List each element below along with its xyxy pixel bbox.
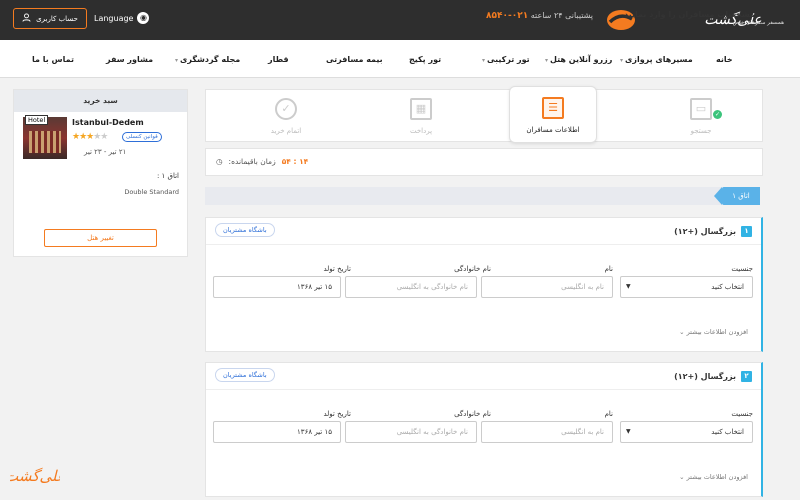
first-name-input[interactable]: نام به انگلیسی <box>481 421 613 443</box>
chevron-down-icon: ▾ <box>620 57 624 64</box>
add-more-info-link[interactable]: افزودن اطلاعات بیشتر ⌄ <box>679 328 748 336</box>
star-icon: ★★★ <box>72 132 94 142</box>
step-passengers[interactable]: ☰ اطلاعات مسافران <box>509 86 597 143</box>
nav-magazine[interactable]: ▾ مجله گردشگری <box>175 55 240 64</box>
chevron-down-icon: ▾ <box>175 57 179 64</box>
timer-value: ۱۴ : ۵۴ <box>281 157 309 166</box>
room-strip <box>205 187 722 205</box>
check-icon: ✓ <box>713 110 722 119</box>
first-name-input[interactable]: نام به انگلیسی <box>481 276 613 298</box>
birth-date-input[interactable]: ۱۵ تیر ۱۳۶۸ <box>213 276 341 298</box>
passenger-number: ۲ <box>741 371 752 382</box>
passenger-form-icon: ☰ <box>542 97 564 119</box>
top-bar: حساب کاربری Language ◉ پشتیبانی ۲۴ ساعته… <box>0 0 800 40</box>
birth-date-input[interactable]: ۱۵ تیر ۱۳۶۸ <box>213 421 341 443</box>
language-label: Language <box>94 13 134 23</box>
hotel-image: Hotel <box>23 115 67 159</box>
page-title: مشخصات مسافران را وارد نمایید <box>624 10 755 19</box>
hotel-tag: Hotel <box>25 115 49 125</box>
main-nav: خانه ▾ مسیرهای پروازی ▾ رزرو آنلاین هتل ▾ ت… <box>0 40 800 78</box>
clock-icon: ◷ <box>216 157 223 166</box>
hotel-stars: ★★★★★ <box>72 132 108 142</box>
customer-club-button[interactable]: باشگاه مشتریان <box>215 368 275 382</box>
hotel-name[interactable]: Istanbul-Dedem <box>72 118 144 127</box>
first-name-label: نام <box>604 265 613 273</box>
nav-combined-tour[interactable]: ▾ تور ترکیبی <box>482 55 530 64</box>
passenger-header: ۱ بزرگسال (+۱۲) <box>674 226 752 237</box>
caret-down-icon: ▼ <box>626 283 631 290</box>
step-search[interactable]: ▭ ✓ جستجو <box>641 90 761 143</box>
chevron-down-icon: ⌄ <box>679 328 685 336</box>
nav-insurance[interactable]: بیمه مسافرتی <box>326 55 383 64</box>
add-more-info-link[interactable]: افزودن اطلاعات بیشتر ⌄ <box>679 473 748 481</box>
last-name-label: نام خانوادگی <box>454 410 491 418</box>
search-step-icon: ▭ <box>690 98 712 120</box>
language-switch[interactable]: Language ◉ <box>94 12 150 24</box>
caret-down-icon: ▼ <box>626 428 631 435</box>
room-tab[interactable]: اتاق ۱ <box>714 187 760 205</box>
timer-label: زمان باقیمانده: <box>228 157 276 166</box>
cart-title: سبد خرید <box>14 90 187 112</box>
passenger-number: ۱ <box>741 226 752 237</box>
nav-flights[interactable]: ▾ مسیرهای پروازی <box>620 55 693 64</box>
cancel-policy-badge[interactable]: قوانین کنسلی <box>122 132 162 142</box>
payment-icon: ▦ <box>410 98 432 120</box>
birth-date-label: تاریخ تولد <box>323 410 351 418</box>
star-empty-icon: ★★ <box>93 132 108 142</box>
chevron-down-icon: ▾ <box>545 57 549 64</box>
shopping-cart: سبد خرید Hotel Istanbul-Dedem ★★★★★ قوان… <box>13 89 188 257</box>
step-complete: ✓ اتمام خرید <box>236 90 336 143</box>
last-name-label: نام خانوادگی <box>454 265 491 273</box>
gender-label: جنسیت <box>731 265 753 273</box>
change-hotel-button[interactable]: تغییر هتل <box>44 229 157 247</box>
account-button[interactable]: حساب کاربری <box>13 8 87 29</box>
room-type: Double Standard <box>124 188 179 196</box>
svg-text:همسفر سفرهای خاص: همسفر سفرهای خاص <box>733 20 784 26</box>
countdown-timer: ۱۴ : ۵۴ زمان باقیمانده: ◷ <box>216 157 308 166</box>
support-info: پشتیبانی ۲۴ ساعته ۰۲۱-۸۵۴۰ <box>486 11 593 21</box>
passenger-card: باشگاه مشتریان ۲ بزرگسال (+۱۲) جنسیت نام… <box>205 362 763 497</box>
svg-text:علی‌گشت: علی‌گشت <box>10 467 60 485</box>
nav-package-tour[interactable]: تور پکیج <box>409 55 441 64</box>
gender-select[interactable]: انتخاب کنید ▼ <box>620 421 753 443</box>
nav-home[interactable]: خانه <box>716 55 733 64</box>
user-icon <box>22 13 31 24</box>
passenger-type: بزرگسال (+۱۲) <box>674 227 736 236</box>
support-phone: ۰۲۱-۸۵۴۰ <box>486 11 529 21</box>
passenger-card: باشگاه مشتریان ۱ بزرگسال (+۱۲) جنسیت نام… <box>205 217 763 352</box>
brand-logo[interactable]: علی‌گشت همسفر سفرهای خاص <box>598 3 798 37</box>
booking-steps: ▭ ✓ جستجو ☰ اطلاعات مسافران ▦ پرداخت ✓ ا… <box>205 86 763 143</box>
nav-advisor[interactable]: مشاور سفر <box>106 55 153 64</box>
step-payment: ▦ پرداخت <box>371 90 471 143</box>
chevron-down-icon: ⌄ <box>679 473 685 481</box>
brand-watermark-logo: علی‌گشت <box>4 455 66 495</box>
support-label: پشتیبانی ۲۴ ساعته <box>530 11 594 20</box>
nav-hotel[interactable]: ▾ رزرو آنلاین هتل <box>545 55 612 64</box>
first-name-label: نام <box>604 410 613 418</box>
nav-train[interactable]: قطار <box>268 55 289 64</box>
globe-icon: ◉ <box>137 12 150 24</box>
hotel-dates: ۲۱ تیر - ۲۳ تیر <box>84 148 127 156</box>
check-circle-icon: ✓ <box>275 98 297 120</box>
customer-club-button[interactable]: باشگاه مشتریان <box>215 223 275 237</box>
chevron-down-icon: ▾ <box>482 57 486 64</box>
room-label: اتاق ۱ : <box>156 172 179 180</box>
passenger-header: ۲ بزرگسال (+۱۲) <box>674 371 752 382</box>
last-name-input[interactable]: نام خانوادگی به انگلیسی <box>345 276 477 298</box>
passenger-type: بزرگسال (+۱۲) <box>674 372 736 381</box>
last-name-input[interactable]: نام خانوادگی به انگلیسی <box>345 421 477 443</box>
birth-date-label: تاریخ تولد <box>323 265 351 273</box>
nav-contact[interactable]: تماس با ما <box>32 55 74 64</box>
gender-label: جنسیت <box>731 410 753 418</box>
gender-select[interactable]: انتخاب کنید ▼ <box>620 276 753 298</box>
account-label: حساب کاربری <box>36 14 78 23</box>
